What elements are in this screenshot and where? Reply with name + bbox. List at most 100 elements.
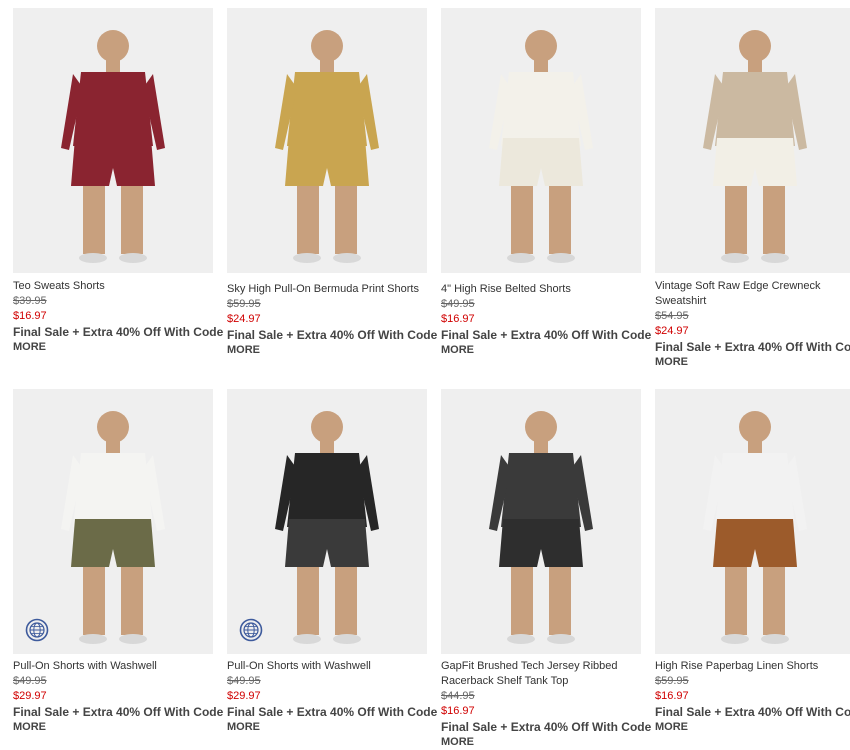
model-neck — [320, 441, 334, 453]
model-shoe-right — [761, 634, 789, 644]
original-price: $59.95 — [227, 298, 261, 310]
more-link[interactable]: MORE — [227, 720, 427, 735]
model-shoe-right — [119, 253, 147, 263]
product-name[interactable]: 4" High Rise Belted Shorts — [441, 282, 641, 297]
model-head — [97, 30, 129, 62]
promo-text: Final Sale + Extra 40% Off With Code — [227, 328, 438, 342]
garment-top — [501, 453, 581, 527]
product-info: Vintage Soft Raw Edge Crewneck Sweatshir… — [655, 273, 850, 370]
product-card[interactable]: High Rise Paperbag Linen Shorts $59.95 $… — [655, 389, 850, 735]
garment-bottom — [71, 519, 155, 567]
model-shoe-left — [79, 634, 107, 644]
product-photo[interactable] — [227, 389, 427, 654]
model-shoe-right — [333, 634, 361, 644]
sale-price: $29.97 — [227, 690, 261, 702]
product-image[interactable] — [227, 389, 427, 654]
original-price: $44.95 — [441, 690, 475, 702]
product-photo[interactable] — [13, 8, 213, 273]
product-info: 4" High Rise Belted Shorts $49.95 $16.97… — [441, 273, 651, 358]
product-card[interactable]: Pull-On Shorts with Washwell $49.95 $29.… — [227, 389, 438, 735]
more-link[interactable]: MORE — [655, 720, 850, 735]
model-leg-right — [763, 186, 785, 254]
product-photo[interactable] — [441, 8, 641, 273]
product-info: High Rise Paperbag Linen Shorts $59.95 $… — [655, 654, 850, 735]
product-image[interactable] — [655, 8, 850, 273]
product-photo[interactable] — [441, 389, 641, 654]
more-link[interactable]: MORE — [655, 355, 850, 370]
more-link[interactable]: MORE — [227, 343, 427, 358]
product-card[interactable]: Pull-On Shorts with Washwell $49.95 $29.… — [13, 389, 224, 735]
model-head — [311, 30, 343, 62]
model-neck — [534, 60, 548, 72]
model-head — [97, 411, 129, 443]
model-shoe-left — [507, 253, 535, 263]
model-head — [525, 411, 557, 443]
product-image[interactable] — [227, 8, 427, 273]
garment-top — [73, 72, 153, 146]
product-name[interactable]: Vintage Soft Raw Edge Crewneck Sweatshir… — [655, 279, 850, 309]
more-link[interactable]: MORE — [441, 343, 641, 358]
original-price: $39.95 — [13, 295, 47, 307]
garment-bottom — [285, 519, 369, 567]
product-name[interactable]: Teo Sweats Shorts — [13, 279, 213, 294]
model-neck — [106, 60, 120, 72]
sale-price: $16.97 — [441, 705, 475, 717]
product-name[interactable]: Pull-On Shorts with Washwell — [227, 659, 427, 674]
garment-top — [501, 72, 581, 146]
product-name[interactable]: High Rise Paperbag Linen Shorts — [655, 659, 850, 674]
model-leg-left — [83, 186, 105, 254]
promo-text: Final Sale + Extra 40% Off With Code — [13, 705, 224, 719]
more-link[interactable]: MORE — [13, 720, 213, 735]
original-price: $49.95 — [441, 298, 475, 310]
product-image[interactable] — [13, 8, 213, 273]
product-image[interactable] — [441, 389, 641, 654]
model-head — [739, 411, 771, 443]
product-photo[interactable] — [13, 389, 213, 654]
model-head — [525, 30, 557, 62]
original-price: $49.95 — [227, 675, 261, 687]
model-neck — [320, 60, 334, 72]
garment-top — [287, 453, 367, 527]
product-image[interactable] — [441, 8, 641, 273]
sale-price: $29.97 — [13, 690, 47, 702]
product-name[interactable]: GapFit Brushed Tech Jersey Ribbed Racerb… — [441, 659, 641, 689]
garment-bottom — [499, 138, 583, 186]
product-name[interactable]: Sky High Pull-On Bermuda Print Shorts — [227, 282, 427, 297]
model-neck — [534, 441, 548, 453]
garment-top — [287, 72, 367, 146]
product-card[interactable]: Teo Sweats Shorts $39.95 $16.97 Final Sa… — [13, 8, 223, 355]
model-leg-left — [725, 186, 747, 254]
product-info: Teo Sweats Shorts $39.95 $16.97 Final Sa… — [13, 273, 223, 355]
original-price: $59.95 — [655, 675, 689, 687]
product-image[interactable] — [655, 389, 850, 654]
garment-bottom — [71, 138, 155, 186]
model-leg-right — [335, 567, 357, 635]
product-card[interactable]: Sky High Pull-On Bermuda Print Shorts $5… — [227, 8, 438, 358]
model-leg-right — [335, 186, 357, 254]
promo-text: Final Sale + Extra 40% Off With Code — [227, 705, 438, 719]
model-shoe-right — [333, 253, 361, 263]
model-leg-right — [763, 567, 785, 635]
sale-price: $16.97 — [13, 310, 47, 322]
model-neck — [106, 441, 120, 453]
model-neck — [748, 60, 762, 72]
product-card[interactable]: Vintage Soft Raw Edge Crewneck Sweatshir… — [655, 8, 850, 370]
garment-bottom — [713, 519, 797, 567]
garment-top — [715, 72, 795, 146]
product-card[interactable]: GapFit Brushed Tech Jersey Ribbed Racerb… — [441, 389, 652, 750]
model-leg-left — [297, 186, 319, 254]
product-card[interactable]: 4" High Rise Belted Shorts $49.95 $16.97… — [441, 8, 651, 358]
more-link[interactable]: MORE — [13, 340, 213, 355]
sale-price: $24.97 — [227, 313, 261, 325]
garment-bottom — [499, 519, 583, 567]
model-shoe-right — [547, 253, 575, 263]
product-photo[interactable] — [655, 8, 850, 273]
product-image[interactable] — [13, 389, 213, 654]
model-leg-right — [549, 186, 571, 254]
promo-text: Final Sale + Extra 40% Off With Code — [441, 720, 652, 734]
product-photo[interactable] — [655, 389, 850, 654]
more-link[interactable]: MORE — [441, 735, 641, 750]
product-name[interactable]: Pull-On Shorts with Washwell — [13, 659, 213, 674]
original-price: $54.95 — [655, 310, 689, 322]
product-photo[interactable] — [227, 8, 427, 273]
